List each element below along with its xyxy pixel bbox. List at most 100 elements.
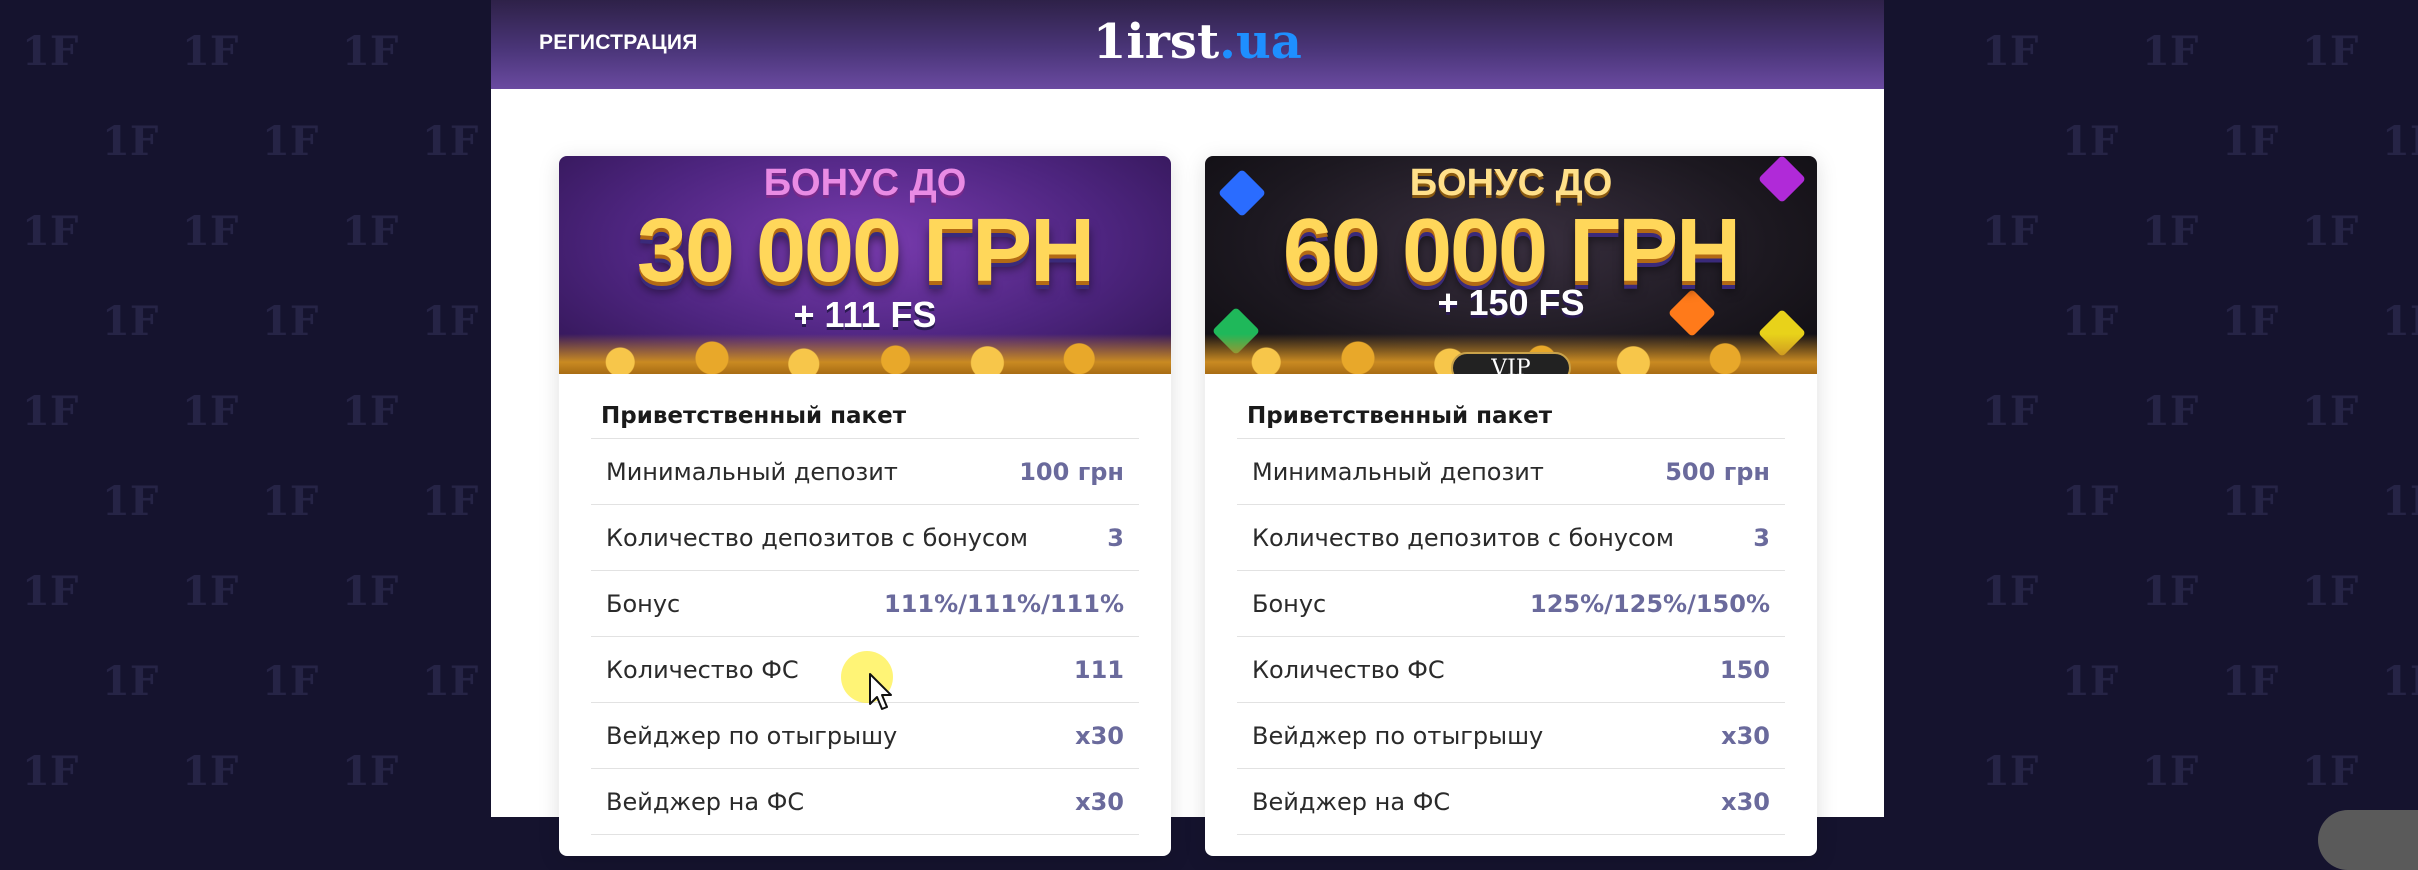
table-row: Вейджер на ФС x30 bbox=[1237, 769, 1785, 835]
site-header: РЕГИСТРАЦИЯ 1irst.ua bbox=[491, 0, 1884, 89]
watermark-logo-icon: 1F bbox=[22, 568, 79, 615]
table-row: Вейджер на ФС x30 bbox=[591, 769, 1139, 835]
watermark-logo-icon: 1F bbox=[2062, 298, 2119, 345]
table-row: Бонус 111%/111%/111% bbox=[591, 571, 1139, 637]
watermark-logo-icon: 1F bbox=[182, 748, 239, 795]
main-page: РЕГИСТРАЦИЯ 1irst.ua БОНУС ДО 30 000 ГРН… bbox=[491, 0, 1884, 856]
watermark-logo-icon: 1F bbox=[422, 658, 479, 705]
offer-card-standard: БОНУС ДО 30 000 ГРН + 111 FS Приветствен… bbox=[559, 156, 1171, 856]
row-value: x30 bbox=[1721, 787, 1770, 816]
table-row: Количество депозитов с бонусом 3 bbox=[1237, 505, 1785, 571]
table-row: Минимальный депозит 100 грн bbox=[591, 439, 1139, 505]
watermark-logo-icon: 1F bbox=[262, 658, 319, 705]
watermark-logo-icon: 1F bbox=[182, 388, 239, 435]
row-value: 111 bbox=[1073, 655, 1124, 684]
table-row: Количество депозитов с бонусом 3 bbox=[591, 505, 1139, 571]
watermark-logo-icon: 1F bbox=[102, 118, 159, 165]
row-label: Количество ФС bbox=[1252, 655, 1445, 684]
watermark-logo-icon: 1F bbox=[2222, 118, 2279, 165]
package-title: Приветственный пакет bbox=[591, 400, 1139, 439]
banner-heading: БОНУС ДО bbox=[763, 162, 967, 204]
watermark-logo-icon: 1F bbox=[2222, 298, 2279, 345]
watermark-logo-icon: 1F bbox=[342, 388, 399, 435]
banner-amount: 30 000 ГРН bbox=[636, 201, 1095, 301]
banner-freespins: + 150 FS bbox=[1437, 282, 1585, 323]
table-row: Минимальный депозит 500 грн bbox=[1237, 439, 1785, 505]
row-label: Вейджер на ФС bbox=[1252, 787, 1451, 816]
row-value: 100 грн bbox=[1019, 457, 1124, 486]
watermark-logo-icon: 1F bbox=[2062, 118, 2119, 165]
watermark-logo-icon: 1F bbox=[1982, 568, 2039, 615]
row-value: 3 bbox=[1753, 523, 1770, 552]
row-value: 125%/125%/150% bbox=[1530, 589, 1770, 618]
logo-domain: .ua bbox=[1219, 14, 1302, 70]
offer-card-vip: БОНУС ДО 60 000 ГРН + 150 FS VIP Приветс… bbox=[1205, 156, 1817, 856]
watermark-logo-icon: 1F bbox=[422, 118, 479, 165]
watermark-logo-icon: 1F bbox=[2302, 568, 2359, 615]
watermark-logo-icon: 1F bbox=[2382, 298, 2418, 345]
watermark-logo-icon: 1F bbox=[262, 118, 319, 165]
corner-floating-button[interactable] bbox=[2318, 810, 2418, 870]
row-label: Вейджер по отыгрышу bbox=[606, 721, 898, 750]
watermark-logo-icon: 1F bbox=[22, 388, 79, 435]
watermark-logo-icon: 1F bbox=[1982, 388, 2039, 435]
row-value: 111%/111%/111% bbox=[884, 589, 1124, 618]
watermark-logo-icon: 1F bbox=[102, 658, 159, 705]
row-label: Бонус bbox=[1252, 589, 1327, 618]
register-link[interactable]: РЕГИСТРАЦИЯ bbox=[539, 31, 698, 55]
watermark-logo-icon: 1F bbox=[2222, 478, 2279, 525]
banner-freespins: + 111 FS bbox=[793, 294, 937, 335]
watermark-logo-icon: 1F bbox=[262, 478, 319, 525]
watermark-logo-icon: 1F bbox=[342, 568, 399, 615]
watermark-logo-icon: 1F bbox=[182, 208, 239, 255]
mouse-cursor-icon bbox=[869, 673, 892, 710]
watermark-logo-icon: 1F bbox=[2142, 568, 2199, 615]
watermark-logo-icon: 1F bbox=[2302, 28, 2359, 75]
watermark-logo-icon: 1F bbox=[2302, 388, 2359, 435]
table-row: Бонус 125%/125%/150% bbox=[1237, 571, 1785, 637]
row-label: Вейджер на ФС bbox=[606, 787, 805, 816]
site-logo[interactable]: 1irst.ua bbox=[1093, 14, 1302, 70]
watermark-logo-icon: 1F bbox=[2142, 388, 2199, 435]
watermark-logo-icon: 1F bbox=[342, 748, 399, 795]
row-value: 500 грн bbox=[1665, 457, 1770, 486]
watermark-logo-icon: 1F bbox=[2142, 748, 2199, 795]
watermark-logo-icon: 1F bbox=[182, 28, 239, 75]
row-label: Количество депозитов с бонусом bbox=[606, 523, 1028, 552]
watermark-logo-icon: 1F bbox=[342, 28, 399, 75]
bonus-banner[interactable]: БОНУС ДО 30 000 ГРН + 111 FS bbox=[559, 156, 1171, 374]
watermark-logo-icon: 1F bbox=[262, 298, 319, 345]
watermark-logo-icon: 1F bbox=[102, 478, 159, 525]
coins-decoration bbox=[559, 334, 1171, 374]
watermark-logo-icon: 1F bbox=[2142, 208, 2199, 255]
watermark-logo-icon: 1F bbox=[2062, 658, 2119, 705]
row-label: Вейджер по отыгрышу bbox=[1252, 721, 1544, 750]
watermark-logo-icon: 1F bbox=[22, 748, 79, 795]
row-value: 150 bbox=[1719, 655, 1770, 684]
row-label: Количество ФС bbox=[606, 655, 799, 684]
watermark-logo-icon: 1F bbox=[1982, 748, 2039, 795]
bonus-banner[interactable]: БОНУС ДО 60 000 ГРН + 150 FS VIP bbox=[1205, 156, 1817, 374]
watermark-logo-icon: 1F bbox=[182, 568, 239, 615]
watermark-logo-icon: 1F bbox=[2382, 478, 2418, 525]
table-row: Вейджер по отыгрышу x30 bbox=[1237, 703, 1785, 769]
row-value: x30 bbox=[1075, 787, 1124, 816]
logo-text: 1irst bbox=[1093, 14, 1220, 70]
table-row: Вейджер по отыгрышу x30 bbox=[591, 703, 1139, 769]
watermark-logo-icon: 1F bbox=[2062, 478, 2119, 525]
watermark-logo-icon: 1F bbox=[2302, 748, 2359, 795]
row-label: Количество депозитов с бонусом bbox=[1252, 523, 1674, 552]
watermark-logo-icon: 1F bbox=[2382, 658, 2418, 705]
watermark-logo-icon: 1F bbox=[2142, 28, 2199, 75]
vip-badge: VIP bbox=[1451, 352, 1571, 374]
table-row: Количество ФС 150 bbox=[1237, 637, 1785, 703]
watermark-logo-icon: 1F bbox=[422, 478, 479, 525]
watermark-logo-icon: 1F bbox=[2302, 208, 2359, 255]
watermark-logo-icon: 1F bbox=[342, 208, 399, 255]
watermark-logo-icon: 1F bbox=[1982, 208, 2039, 255]
row-label: Бонус bbox=[606, 589, 681, 618]
watermark-logo-icon: 1F bbox=[422, 298, 479, 345]
watermark-logo-icon: 1F bbox=[22, 208, 79, 255]
row-label: Минимальный депозит bbox=[1252, 457, 1544, 486]
watermark-logo-icon: 1F bbox=[102, 298, 159, 345]
